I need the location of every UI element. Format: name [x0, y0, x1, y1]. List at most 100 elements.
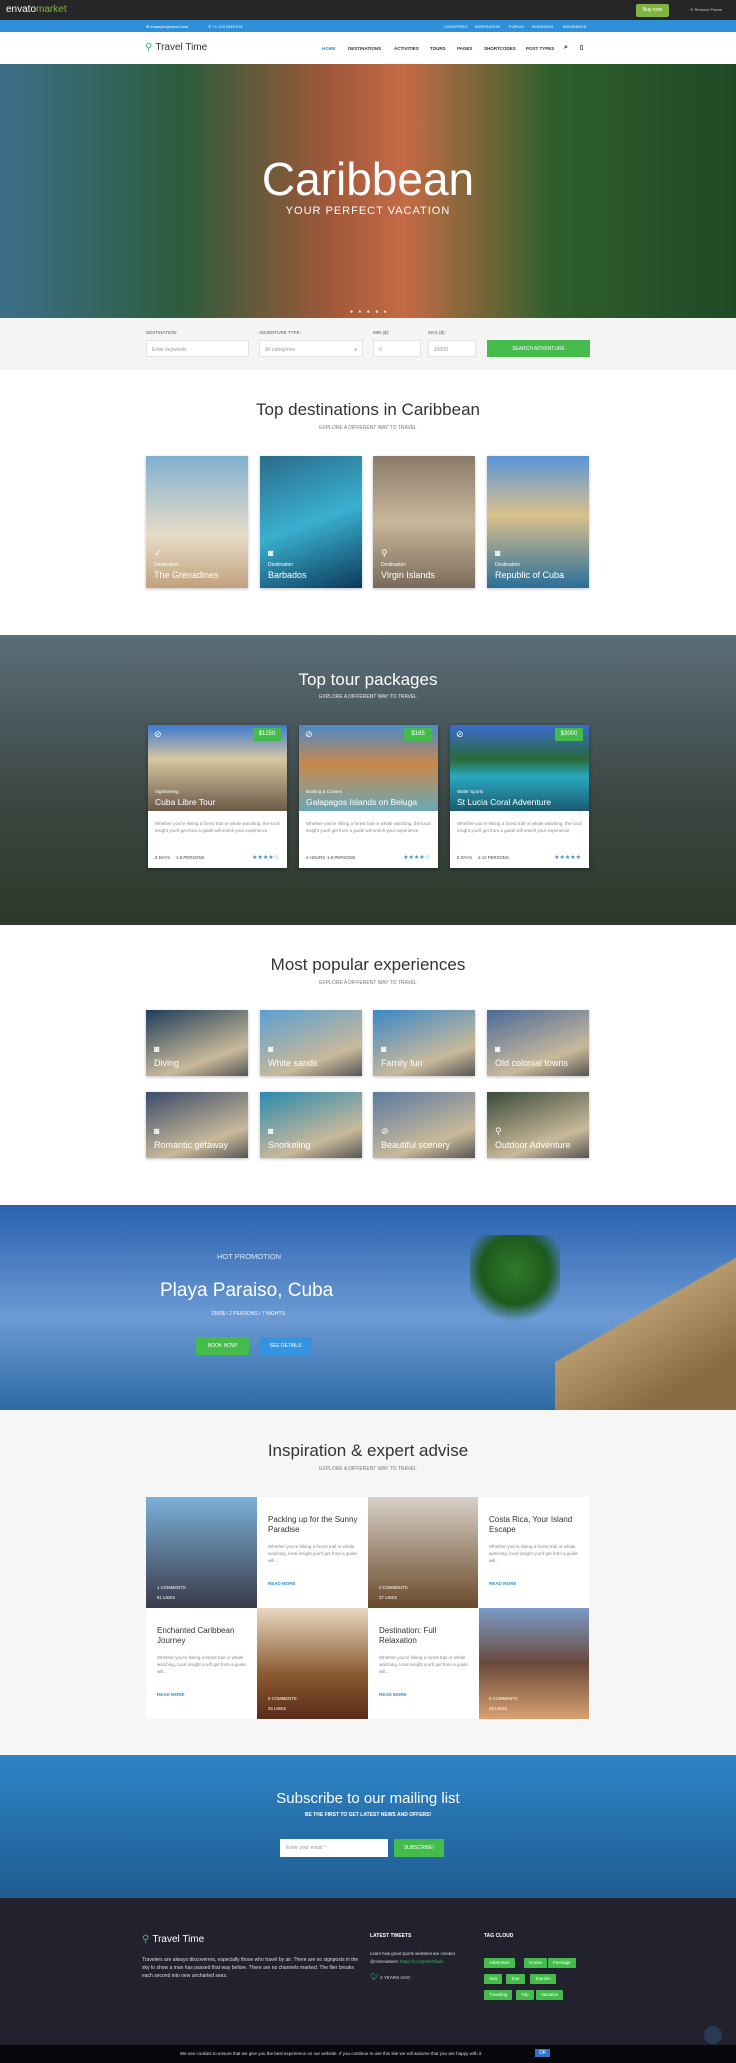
destination-card[interactable]: ◙ Destination Republic of Cuba [487, 456, 589, 588]
logo-text-market: market [36, 4, 67, 15]
experience-name: Snorkeling [268, 1140, 311, 1150]
tour-name[interactable]: St Lucia Coral Adventure [457, 797, 551, 807]
cart-icon[interactable]: ▯ [580, 44, 583, 51]
nav-post-types[interactable]: POST TYPES [526, 46, 554, 51]
tour-rating: ★★★★☆ [252, 855, 279, 861]
post-title[interactable]: Enchanted Caribbean Journey [157, 1626, 247, 1646]
destination-card[interactable]: ◙ Destination Barbados [260, 456, 362, 588]
tag-link[interactable]: Tourism [530, 1974, 556, 1984]
subscribe-button[interactable]: SUBSCRIBE! [394, 1839, 444, 1857]
min-price-input[interactable]: 0 [373, 340, 421, 357]
experience-card[interactable]: ⊘ Beautiful scenery [373, 1092, 475, 1158]
see-details-button[interactable]: SEE DETAILS [259, 1337, 312, 1355]
tag-link[interactable]: Traveling [484, 1990, 513, 2000]
email-input[interactable]: Enter your email * [280, 1839, 388, 1857]
cookie-ok-button[interactable]: OK [535, 2049, 551, 2057]
read-more-link[interactable]: READ MORE [157, 1692, 185, 1697]
experience-card[interactable]: ◙ Snorkeling [260, 1092, 362, 1158]
post-title[interactable]: Destination: Full Relaxation [379, 1626, 469, 1646]
read-more-link[interactable]: READ MORE [379, 1692, 407, 1697]
experience-name: Old colonial towns [495, 1058, 569, 1068]
destination-icon: ⚲ [381, 548, 388, 558]
remove-frame-link[interactable]: ✕ Remove Frame [690, 7, 722, 12]
post-title[interactable]: Costa Rica, Your Island Escape [489, 1515, 579, 1535]
destinations-subtitle: EXPLORE A DIFFERENT WAY TO TRAVEL [319, 425, 417, 431]
blog-subtitle: EXPLORE A DIFFERENT WAY TO TRAVEL [319, 1466, 417, 1472]
tour-card[interactable]: ⊘ $185 Boating & Cruises Galapagos Islands … [299, 725, 438, 868]
experience-card[interactable]: ◙ Old colonial towns [487, 1010, 589, 1076]
nav-shortcodes[interactable]: SHORTCODES [484, 46, 516, 51]
brand-name: Travel Time [155, 42, 208, 53]
experience-card[interactable]: ◙ Diving [146, 1010, 248, 1076]
tag-link[interactable]: Sea [484, 1974, 503, 1984]
search-icon[interactable]: ⌕ [564, 44, 568, 52]
experience-card[interactable]: ◙ White sands [260, 1010, 362, 1076]
book-now-button[interactable]: BOOK NOW! [196, 1337, 249, 1355]
topbar-link-countries[interactable]: COUNTRIES [444, 24, 468, 29]
post-comments: 0 COMMENTS [379, 1585, 408, 1590]
footer-logo[interactable]: ⚲ Travel Time [142, 1934, 204, 1945]
hut-roof-image [555, 1235, 736, 1410]
post-title[interactable]: Packing up for the Sunny Paradise [268, 1515, 358, 1535]
post-likes: 51 LIKES [157, 1595, 176, 1600]
read-more-link[interactable]: READ MORE [489, 1581, 517, 1586]
tour-category: Boating & Cruises [306, 789, 343, 794]
slider-dots[interactable]: ● ● ● ● ● [350, 309, 389, 315]
scroll-top-button[interactable] [704, 2026, 722, 2044]
tweet-link[interactable]: https://t.co/Qz9AOkwls [400, 1959, 443, 1964]
buy-now-button[interactable]: Buy now [636, 4, 669, 17]
experience-card[interactable]: ⚲ Outdoor Adventure [487, 1092, 589, 1158]
topbar-link-bookings[interactable]: BOOKINGS [532, 24, 553, 29]
read-more-link[interactable]: READ MORE [268, 1581, 296, 1586]
topbar-link-inspiration[interactable]: INSPIRATION [475, 24, 500, 29]
destination-input[interactable]: Enter keywords [146, 340, 249, 357]
blog-post-image[interactable]: 0 COMMENTS 33 LIKES [257, 1608, 368, 1719]
subscribe-section: Subscribe to our mailing list BE THE FIR… [0, 1755, 736, 1898]
tour-price: $1250 [253, 728, 281, 741]
min-label: MIN ($): [373, 330, 390, 335]
experience-card[interactable]: ◙ Romantic getaway [146, 1092, 248, 1158]
tag-link[interactable]: Cruise [524, 1958, 548, 1968]
camera-icon: ⚲ [495, 1126, 502, 1136]
tag-link[interactable]: Package [548, 1958, 576, 1968]
logo-text: envato [6, 4, 37, 15]
tour-card[interactable]: ⊘ $3000 Water Sports St Lucia Coral Adventu… [450, 725, 589, 868]
blog-post-image[interactable]: 1 COMMENTS 51 LIKES [146, 1497, 257, 1608]
blog-post-card: Enchanted Caribbean Journey Whether you'r… [146, 1608, 257, 1719]
map-pin-icon: ⚲ [145, 42, 153, 53]
cookie-text: We use cookies to ensure that we give yo… [180, 2051, 483, 2056]
nav-home[interactable]: HOME [322, 46, 336, 51]
nav-destinations[interactable]: DESTINATIONS [348, 46, 381, 51]
post-comments: 0 COMMENTS [489, 1696, 518, 1701]
nav-activities[interactable]: ACTIVITIES [394, 46, 419, 51]
topbar-link-forum[interactable]: FORUM [509, 24, 524, 29]
experience-card[interactable]: ◙ Family fun [373, 1010, 475, 1076]
tour-name[interactable]: Galapagos Islands on Beluga [306, 797, 417, 807]
tag-link[interactable]: Adventure [484, 1958, 515, 1968]
tag-link[interactable]: Tour [506, 1974, 525, 1984]
destination-card[interactable]: ✓ Destination The Grenadines [146, 456, 248, 588]
tag-link[interactable]: Trip [516, 1990, 534, 2000]
email-link[interactable]: ✉ example@travel.com [146, 24, 188, 29]
tour-name[interactable]: Cuba Libre Tour [155, 797, 215, 807]
nav-pages[interactable]: PAGES [457, 46, 472, 51]
tour-card[interactable]: ⊘ $1250 Sightseeing Cuba Libre Tour Whether … [148, 725, 287, 868]
destination-card[interactable]: ⚲ Destination Virgin Islands [373, 456, 475, 588]
destination-name: The Grenadines [154, 570, 219, 580]
topbar-link-insurance[interactable]: INSURANCE [563, 24, 587, 29]
hero-slider: Caribbean YOUR PERFECT VACATION ● ● ● ● … [0, 64, 736, 318]
nav-tours[interactable]: TOURS [430, 46, 446, 51]
tag-link[interactable]: Vacation [536, 1990, 564, 2000]
adventure-type-label: ADVENTURE TYPE: [259, 330, 301, 335]
search-adventure-button[interactable]: SEARCH ADVENTURE [487, 340, 590, 357]
tour-price: $3000 [555, 728, 583, 741]
envato-logo[interactable]: envatomarket [6, 4, 67, 15]
site-logo[interactable]: ⚲ Travel Time [145, 42, 207, 53]
max-price-input[interactable]: 10000 [428, 340, 476, 357]
blog-post-image[interactable]: 0 COMMENTS 37 LIKES [368, 1497, 479, 1608]
adventure-type-select[interactable]: All categories ▾ [259, 340, 363, 357]
phone-link[interactable]: ✆ +1 123 2345 678 [208, 24, 243, 29]
tag-cloud-title: TAG CLOUD [484, 1933, 514, 1939]
blog-post-image[interactable]: 0 COMMENTS 28 LIKES [478, 1608, 589, 1719]
chevron-down-icon: ▾ [354, 347, 357, 353]
